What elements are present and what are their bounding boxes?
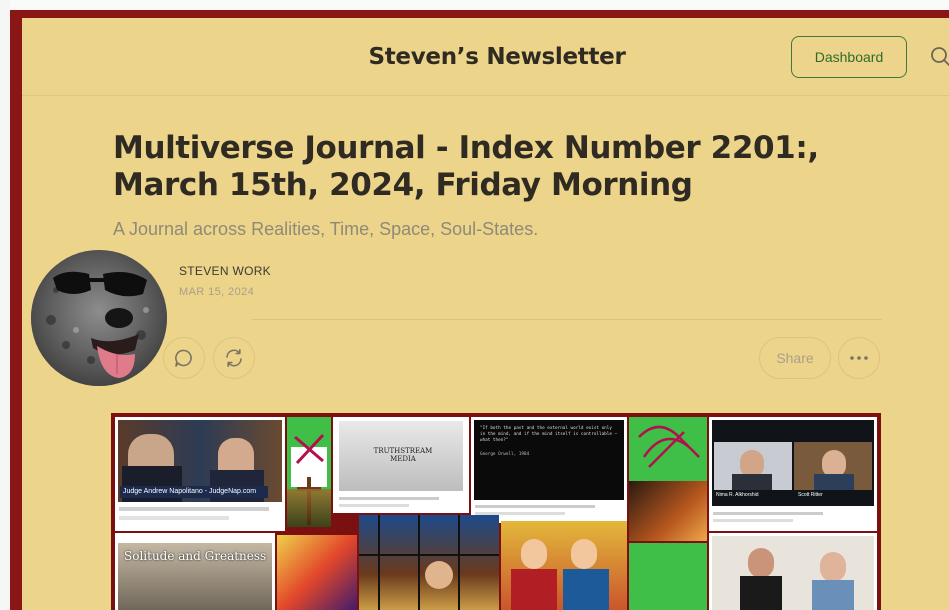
collage-video-orwell: "If both the past and the external world…	[471, 417, 627, 523]
collage-painting-fire	[629, 481, 707, 541]
restack-button[interactable]	[213, 337, 255, 379]
post-title: Multiverse Journal - Index Number 2201:,…	[113, 130, 819, 203]
interview-guest-name: Scott Ritter	[798, 492, 823, 498]
collage-video-interview: Nima R. Alkhorshid Scott Ritter	[709, 417, 877, 531]
search-icon[interactable]	[930, 46, 949, 68]
truthstream-title: TRUTHSTREAM MEDIA	[373, 447, 433, 463]
share-button[interactable]: Share	[759, 337, 831, 379]
byline-divider	[252, 319, 882, 320]
more-options-button[interactable]	[838, 337, 880, 379]
site-header: Steven’s Newsletter Dashboard	[22, 18, 949, 96]
orwell-quote: "If both the past and the external world…	[480, 426, 618, 443]
newsletter-page: Steven’s Newsletter Dashboard Multiverse…	[22, 18, 949, 610]
video-caption-bar: Judge Andrew Napolitano - JudgeNap.com	[120, 486, 268, 498]
window-left-strip	[0, 0, 10, 610]
comment-icon	[175, 349, 192, 367]
orwell-attribution: George Orwell, 1984	[480, 452, 530, 457]
collage-painting-dancers	[277, 535, 357, 610]
collage-video-judge-napolitano: Judge Andrew Napolitano - JudgeNap.com	[115, 417, 285, 531]
dog-avatar-image	[31, 250, 167, 386]
collage-video-truthstream: TRUTHSTREAM MEDIA	[333, 417, 469, 513]
collage-saints-icon	[501, 521, 627, 610]
dashboard-button[interactable]: Dashboard	[791, 36, 907, 78]
window-top-strip	[0, 0, 949, 10]
frame-border-left	[10, 10, 22, 610]
collage-crucifix-panel	[287, 417, 331, 527]
comment-button[interactable]	[163, 337, 205, 379]
solitude-title: Solitude and Greatness	[124, 549, 267, 563]
interview-host-name: Nima R. Alkhorshid	[716, 492, 759, 498]
post-subtitle: A Journal across Realities, Time, Space,…	[113, 219, 539, 239]
restack-icon	[226, 348, 242, 368]
author-name[interactable]: STEVEN WORK	[179, 264, 271, 278]
collage-scribble-panel	[629, 417, 707, 481]
collage-video-podcast	[709, 533, 877, 610]
author-avatar[interactable]	[31, 250, 167, 386]
post-date: MAR 15, 2024	[179, 286, 255, 298]
post-cover-collage[interactable]: Judge Andrew Napolitano - JudgeNap.com T…	[111, 413, 881, 610]
frame-border-top	[10, 10, 949, 18]
collage-green-panel	[629, 543, 707, 610]
collage-stained-glass	[359, 515, 499, 610]
ellipsis-icon	[850, 356, 868, 360]
collage-video-solitude: Solitude and Greatness	[115, 533, 275, 610]
